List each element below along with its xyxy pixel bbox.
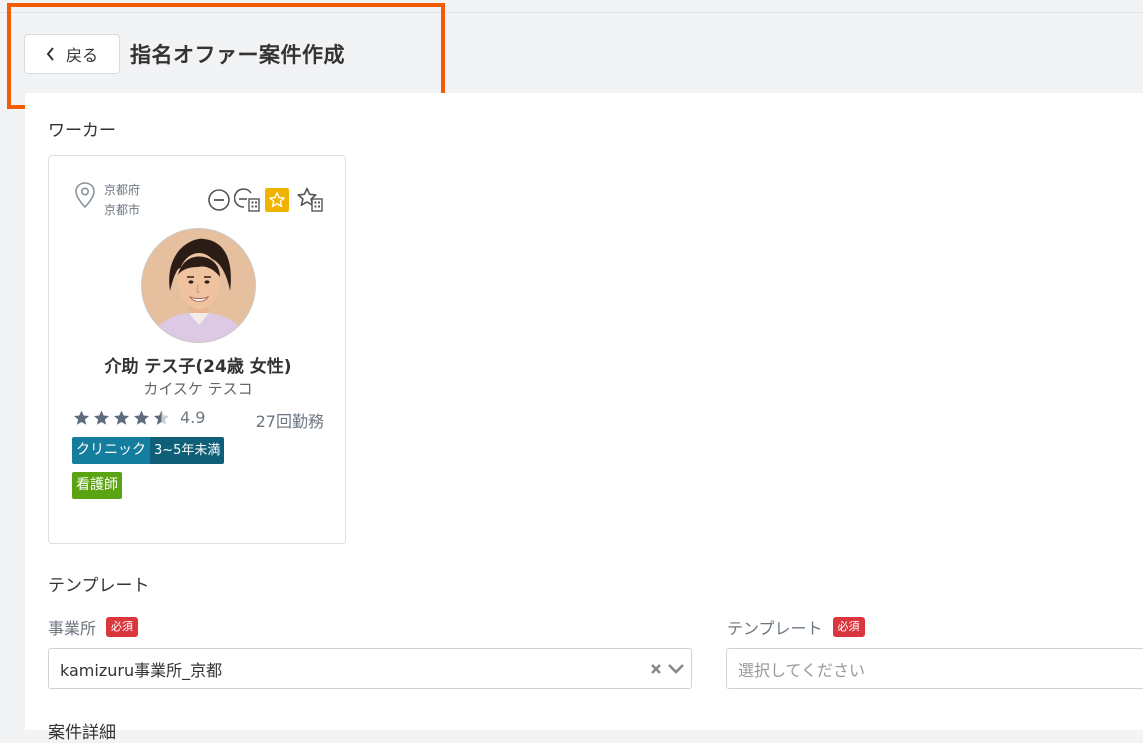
template-select-placeholder: 選択してください <box>738 660 866 680</box>
back-button-label: 戻る <box>65 46 98 65</box>
required-badge: 必須 <box>832 617 865 637</box>
office-select[interactable]: kamizuru事業所_京都 <box>48 648 692 689</box>
chevron-left-icon <box>46 47 54 61</box>
top-divider <box>0 12 1143 13</box>
chevron-down-icon[interactable] <box>667 662 685 676</box>
worker-kana: カイスケ テスコ <box>143 380 253 398</box>
location-pin-icon <box>75 182 95 209</box>
star-icon <box>74 410 89 425</box>
worker-name: 介助 テス子(24歳 女性) <box>104 357 292 377</box>
work-count: 27回勤務 <box>255 412 324 431</box>
worker-avatar <box>141 228 256 343</box>
template-select[interactable]: 選択してください <box>726 648 1143 689</box>
favorite-star-icon[interactable] <box>265 188 289 212</box>
worker-prefecture: 京都府 <box>104 183 141 197</box>
office-field-label: 事業所 必須 <box>48 615 139 639</box>
main-content: ワーカー 京都府 京都市 介助 テス子(24歳 女性) カイスケ テスコ 4.9… <box>25 93 1143 743</box>
required-badge: 必須 <box>106 617 139 637</box>
star-icon <box>94 410 109 425</box>
experience-tag: 3~5年未満 <box>150 437 225 464</box>
favorite-facility-icon[interactable] <box>296 186 326 214</box>
block-facility-icon[interactable] <box>234 187 262 213</box>
rating-value: 4.9 <box>180 408 206 427</box>
back-button[interactable]: 戻る <box>24 34 120 74</box>
worker-city: 京都市 <box>104 203 141 217</box>
template-label: テンプレート <box>727 619 823 638</box>
office-select-controls <box>649 649 685 688</box>
experience-tags: クリニック 3~5年未満 <box>72 437 225 464</box>
license-tag: 看護師 <box>72 472 122 499</box>
half-star-icon <box>154 410 169 425</box>
worker-status-icons <box>207 186 326 214</box>
template-field-label: テンプレート 必須 <box>727 615 865 639</box>
page-header: 戻る 指名オファー案件作成 <box>24 33 345 75</box>
worker-card[interactable]: 京都府 京都市 介助 テス子(24歳 女性) カイスケ テスコ 4.9 27回勤… <box>48 155 346 544</box>
office-select-value: kamizuru事業所_京都 <box>60 660 223 680</box>
star-icon <box>114 410 129 425</box>
worker-location: 京都府 京都市 <box>104 180 140 220</box>
worker-section-title: ワーカー <box>48 121 116 141</box>
office-label: 事業所 <box>48 619 97 638</box>
clear-icon[interactable] <box>649 662 663 676</box>
template-section-title: テンプレート <box>48 576 150 596</box>
case-details-section-title: 案件詳細 <box>48 723 116 743</box>
minus-circle-icon[interactable] <box>207 188 231 212</box>
workplace-tag: クリニック <box>72 437 150 464</box>
page-title: 指名オファー案件作成 <box>130 43 345 67</box>
worker-rating: 4.9 <box>72 408 205 427</box>
star-icon <box>134 410 149 425</box>
